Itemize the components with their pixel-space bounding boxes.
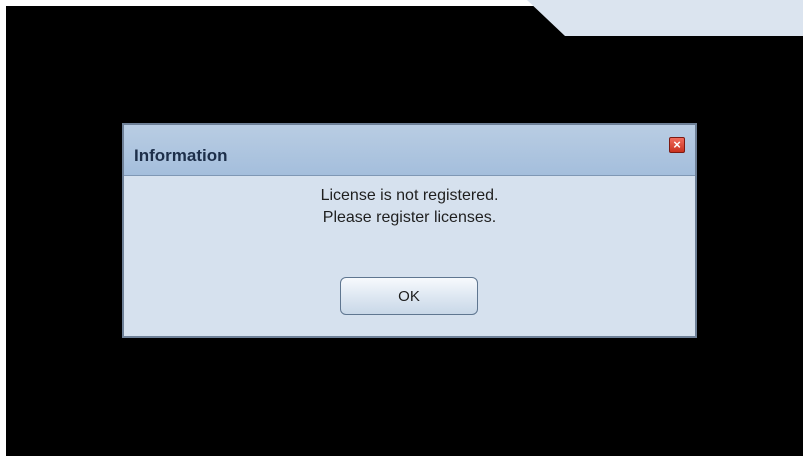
top-right-panel xyxy=(527,0,803,36)
message-line-2: Please register licenses. xyxy=(322,209,497,226)
information-dialog: Information × License is not registered.… xyxy=(122,123,697,338)
ok-button[interactable]: OK xyxy=(340,277,478,315)
dialog-title: Information xyxy=(134,146,228,165)
close-icon[interactable]: × xyxy=(669,137,685,153)
screen: Information × License is not registered.… xyxy=(0,0,803,456)
dialog-message: License is not registered. Please regist… xyxy=(124,185,695,229)
message-line-1: License is not registered. xyxy=(320,187,499,204)
dialog-titlebar: Information × xyxy=(124,125,695,176)
